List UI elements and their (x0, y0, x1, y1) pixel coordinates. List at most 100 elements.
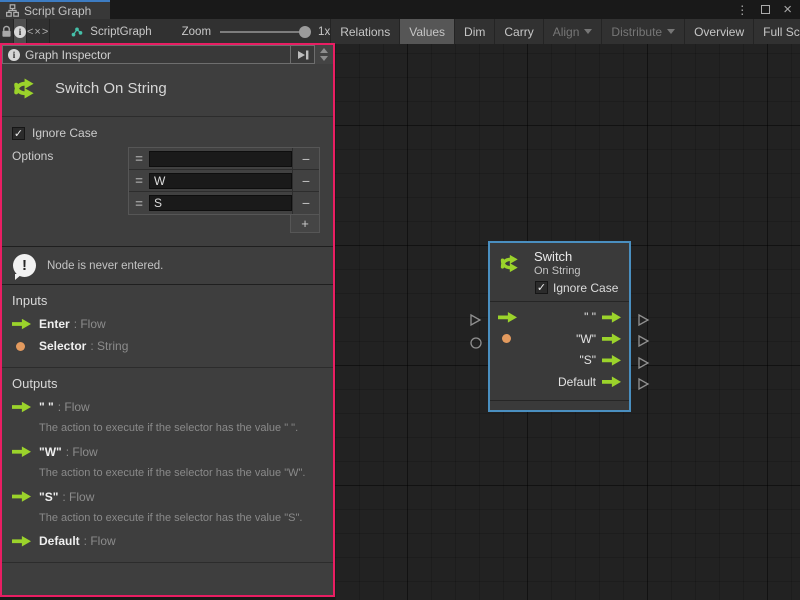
flow-port-icon (12, 491, 31, 502)
input-port-row: Enter : Flow (12, 317, 323, 331)
output-port-row: "S" : Flow (12, 490, 323, 504)
flow-port-icon (12, 536, 31, 547)
chevron-down-icon (584, 29, 592, 34)
drag-handle-icon[interactable] (129, 173, 149, 188)
scroll-up-icon[interactable] (320, 48, 328, 53)
flow-output-connector-triangle-icon[interactable] (636, 377, 650, 391)
drag-handle-icon[interactable] (129, 151, 149, 166)
zoom-slider[interactable] (220, 31, 308, 33)
ignore-case-checkbox[interactable] (12, 127, 25, 140)
flow-output-port[interactable] (602, 355, 621, 366)
unity-script-graph-window: Script Graph ⋮ × <×> (0, 0, 800, 600)
remove-option-button[interactable]: − (292, 148, 319, 169)
node-port-row: " " (498, 307, 621, 329)
option-value-input[interactable] (149, 173, 292, 189)
graph-canvas[interactable]: Switch On String Ignore Case " " (335, 44, 800, 600)
port-name: Default (39, 534, 80, 548)
flow-port-icon (12, 402, 31, 413)
dock-panel-button[interactable] (291, 45, 315, 64)
options-label: Options (12, 147, 128, 233)
info-icon (14, 26, 26, 38)
dock-icon (296, 49, 310, 61)
align-dropdown-button[interactable]: Align (543, 19, 602, 44)
option-value-input[interactable] (149, 151, 292, 167)
switch-icon (498, 250, 525, 277)
node-header[interactable]: Switch On String Ignore Case (490, 243, 629, 302)
drag-handle-icon[interactable] (129, 196, 149, 211)
port-name: Selector (39, 339, 86, 353)
flow-port-icon (12, 446, 31, 457)
flow-output-port[interactable] (602, 376, 621, 387)
graph-type-indicator: ScriptGraph (70, 19, 151, 44)
remove-option-button[interactable]: − (292, 192, 319, 214)
window-titlebar: Script Graph ⋮ × (0, 0, 800, 19)
flow-output-connector-triangle-icon[interactable] (636, 334, 650, 348)
node-output-label: " " (584, 310, 596, 324)
flow-input-port[interactable] (498, 312, 517, 323)
option-value-input[interactable] (149, 195, 292, 211)
port-name: " " (39, 400, 54, 414)
inspector-title-bar: Graph Inspector (2, 45, 291, 64)
inspected-node-title-block: Switch On String (2, 64, 333, 117)
outputs-title: Outputs (12, 376, 323, 391)
switch-icon (11, 73, 42, 104)
inspected-node-title: Switch On String (55, 80, 167, 97)
node-title: Switch (534, 250, 580, 265)
node-footer (490, 400, 629, 410)
window-close-icon[interactable]: × (783, 2, 792, 17)
ignore-case-label: Ignore Case (32, 126, 97, 140)
option-row: − (129, 170, 319, 192)
node-output-label: "S" (579, 353, 596, 367)
tab-script-graph[interactable]: Script Graph (0, 0, 110, 19)
node-ignore-case-label: Ignore Case (553, 281, 618, 295)
flow-output-port[interactable] (602, 333, 621, 344)
tab-label: Script Graph (24, 4, 91, 18)
chevron-down-icon (667, 29, 675, 34)
selector-value-port[interactable] (502, 334, 511, 343)
dim-button[interactable]: Dim (454, 19, 494, 44)
port-description: The action to execute if the selector ha… (39, 512, 323, 526)
scroll-down-icon[interactable] (320, 56, 328, 61)
inputs-section: Inputs Enter : Flow Selector : String (2, 285, 333, 368)
carry-button[interactable]: Carry (494, 19, 542, 44)
flow-output-port[interactable] (602, 312, 621, 323)
port-type: : Flow (84, 534, 116, 548)
inspector-empty-area (2, 563, 333, 595)
option-row: − (129, 192, 319, 214)
window-maximize-icon[interactable] (761, 5, 770, 14)
remove-option-button[interactable]: − (292, 170, 319, 191)
full-screen-button[interactable]: Full Screen (753, 19, 800, 44)
distribute-dropdown-button[interactable]: Distribute (601, 19, 684, 44)
window-menu-icon[interactable]: ⋮ (736, 3, 748, 17)
node-ignore-case-checkbox[interactable] (535, 281, 548, 294)
graph-inspector-panel: Graph Inspector Sw (0, 43, 335, 597)
inspector-header: Graph Inspector (2, 45, 333, 64)
code-icon: <×> (27, 26, 49, 38)
inspector-toggle-button[interactable] (14, 19, 27, 44)
switch-on-string-node[interactable]: Switch On String Ignore Case " " (488, 241, 631, 412)
values-button[interactable]: Values (399, 19, 454, 44)
zoom-control: Zoom 1x (182, 19, 331, 44)
relations-button[interactable]: Relations (330, 19, 399, 44)
flow-output-connector-triangle-icon[interactable] (636, 313, 650, 327)
lock-button[interactable] (0, 19, 14, 44)
flow-output-connector-triangle-icon[interactable] (636, 356, 650, 370)
value-input-connector-circle-icon[interactable] (469, 336, 483, 350)
window-controls: ⋮ × (736, 0, 792, 19)
flow-input-connector-triangle-icon[interactable] (468, 313, 482, 327)
zoom-slider-thumb[interactable] (299, 26, 311, 38)
zoom-value: 1x (318, 26, 330, 38)
port-type: : Flow (66, 445, 98, 459)
warning-text: Node is never entered. (47, 260, 163, 272)
port-type: : Flow (58, 400, 90, 414)
node-port-row: "W" (498, 328, 621, 350)
outputs-section: Outputs " " : Flow The action to execute… (2, 368, 333, 563)
toolbar-button-group: Relations Values Dim Carry Align Distrib… (330, 19, 800, 44)
zoom-label: Zoom (182, 26, 211, 38)
overview-button[interactable]: Overview (684, 19, 753, 44)
port-type: : Flow (74, 317, 106, 331)
inspector-title: Graph Inspector (25, 48, 111, 62)
output-port-row: Default : Flow (12, 534, 323, 548)
add-option-button[interactable]: + (290, 215, 320, 233)
code-view-button[interactable]: <×> (27, 19, 50, 44)
